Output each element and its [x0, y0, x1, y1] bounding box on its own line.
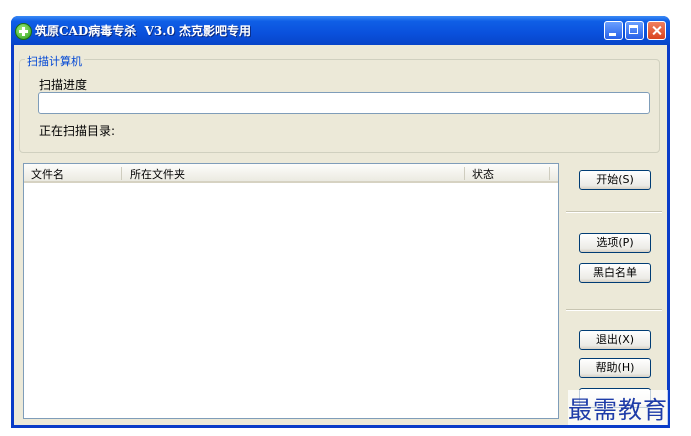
watermark-text: 最需教育: [568, 390, 668, 425]
start-button[interactable]: 开始(S): [579, 170, 651, 190]
scan-group-title: 扫描计算机: [25, 53, 84, 69]
app-window: 筑原CAD病毒专杀 V3.0 杰克影吧专用 扫描计算机 扫描进度 正在扫描目录:…: [11, 16, 670, 428]
title-bar[interactable]: 筑原CAD病毒专杀 V3.0 杰克影吧专用: [11, 16, 670, 45]
maximize-button[interactable]: [625, 21, 644, 40]
exit-button[interactable]: 退出(X): [579, 330, 651, 350]
scanning-directory-label: 正在扫描目录:: [39, 124, 116, 138]
column-header-status[interactable]: 状态: [472, 166, 494, 182]
scan-progress-label: 扫描进度: [39, 78, 88, 92]
help-button[interactable]: 帮助(H): [579, 358, 651, 378]
results-list[interactable]: 文件名 所在文件夹 状态: [23, 163, 559, 419]
client-area: 扫描计算机 扫描进度 正在扫描目录: 文件名 所在文件夹 状态 开始(S) 选项…: [14, 45, 667, 425]
column-header-filename[interactable]: 文件名: [31, 166, 64, 182]
column-separator: [549, 167, 550, 180]
button-separator: [566, 211, 662, 213]
button-separator: [566, 309, 662, 311]
column-separator: [121, 167, 122, 180]
column-header-folder[interactable]: 所在文件夹: [130, 166, 185, 182]
close-button[interactable]: [647, 21, 666, 40]
list-header: 文件名 所在文件夹 状态: [24, 164, 558, 183]
scan-progress-bar: [38, 92, 650, 114]
column-separator: [464, 167, 465, 180]
minimize-button[interactable]: [604, 21, 623, 40]
blackwhite-list-button[interactable]: 黑白名单: [579, 263, 651, 283]
options-button[interactable]: 选项(P): [579, 233, 651, 253]
app-plus-icon: [15, 23, 32, 40]
window-title: 筑原CAD病毒专杀 V3.0 杰克影吧专用: [35, 24, 251, 38]
